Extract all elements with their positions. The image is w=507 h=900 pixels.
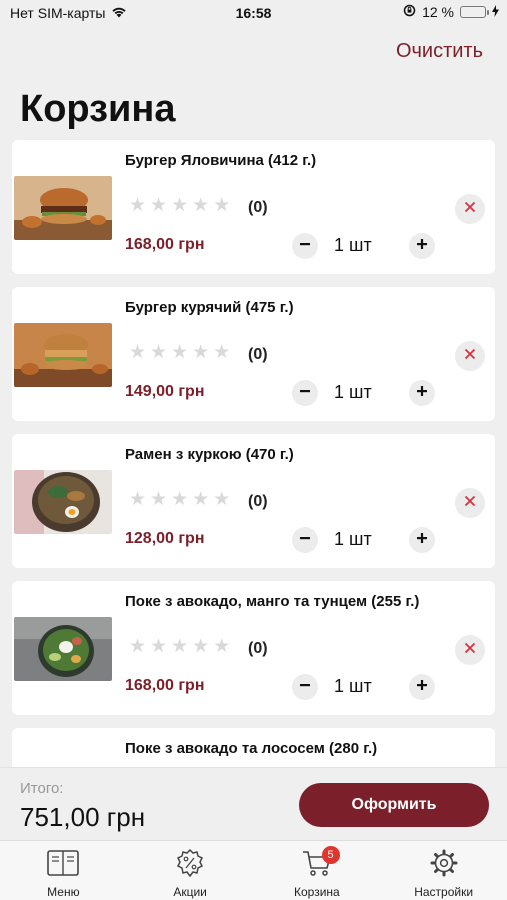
increase-quantity-button[interactable] xyxy=(409,674,435,700)
remove-item-button[interactable] xyxy=(455,488,485,518)
cart-item: Бургер курячий (475 г.) ★ ★ ★ ★ ★ (0) 14… xyxy=(12,287,495,421)
charging-bolt-icon xyxy=(492,4,499,20)
tab-settings[interactable]: Настройки xyxy=(380,841,507,900)
item-price: 168,00 грн xyxy=(125,236,205,253)
star-icon[interactable]: ★ xyxy=(129,637,146,657)
star-icon[interactable]: ★ xyxy=(171,490,188,510)
tab-label: Меню xyxy=(47,885,80,899)
close-icon xyxy=(464,494,476,512)
star-icon[interactable]: ★ xyxy=(192,490,209,510)
star-icon[interactable]: ★ xyxy=(129,343,146,363)
discount-badge-icon xyxy=(175,841,205,882)
star-icon[interactable]: ★ xyxy=(171,196,188,216)
status-bar: Нет SIM-карты 16:58 12 % xyxy=(0,0,507,28)
item-quantity: 1 шт xyxy=(334,382,372,402)
total-value: 751,00 грн xyxy=(20,802,146,832)
star-icon[interactable]: ★ xyxy=(150,637,167,657)
plus-icon xyxy=(416,678,428,696)
item-quantity: 1 шт xyxy=(334,235,372,255)
rating-count: (0) xyxy=(248,640,268,657)
burger-photo xyxy=(14,176,112,240)
star-icon[interactable]: ★ xyxy=(213,637,230,657)
close-icon xyxy=(464,641,476,659)
tab-bar: Меню Акции 5 Корзина Настройки xyxy=(0,840,507,900)
decrease-quantity-button[interactable] xyxy=(292,674,318,700)
minus-icon xyxy=(299,384,311,402)
item-price: 128,00 грн xyxy=(125,530,205,547)
plus-icon xyxy=(416,384,428,402)
item-name: Поке з авокадо, манго та тунцем (255 г.) xyxy=(125,593,420,610)
burger-photo xyxy=(14,323,112,387)
cart-item: Бургер Яловичина (412 г.) ★ ★ ★ ★ ★ (0) … xyxy=(12,140,495,274)
star-icon[interactable]: ★ xyxy=(171,637,188,657)
decrease-quantity-button[interactable] xyxy=(292,233,318,259)
tab-label: Настройки xyxy=(414,885,474,899)
tab-menu[interactable]: Меню xyxy=(0,841,127,900)
tab-label: Корзина xyxy=(294,885,340,899)
item-name: Бургер курячий (475 г.) xyxy=(125,299,294,316)
poke-photo xyxy=(14,617,112,681)
star-icon[interactable]: ★ xyxy=(150,343,167,363)
rating-count: (0) xyxy=(248,493,268,510)
rating-count: (0) xyxy=(248,346,268,363)
minus-icon xyxy=(299,531,311,549)
orientation-lock-icon xyxy=(403,4,416,20)
tab-label: Акции xyxy=(173,885,207,899)
rating-count: (0) xyxy=(248,199,268,216)
star-icon[interactable]: ★ xyxy=(192,637,209,657)
cart-item: Поке з авокадо, манго та тунцем (255 г.)… xyxy=(12,581,495,715)
tab-promotions[interactable]: Акции xyxy=(127,841,254,900)
item-name: Рамен з куркою (470 г.) xyxy=(125,446,294,463)
remove-item-button[interactable] xyxy=(455,635,485,665)
increase-quantity-button[interactable] xyxy=(409,233,435,259)
minus-icon xyxy=(299,237,311,255)
star-icon[interactable]: ★ xyxy=(192,343,209,363)
cart-count-badge: 5 xyxy=(321,846,340,864)
plus-icon xyxy=(416,531,428,549)
decrease-quantity-button[interactable] xyxy=(292,380,318,406)
star-icon[interactable]: ★ xyxy=(129,490,146,510)
item-name: Бургер Яловичина (412 г.) xyxy=(125,152,317,169)
page-title: Корзина xyxy=(20,88,176,130)
cart-footer: Итого: 751,00 грн Оформить xyxy=(0,767,507,840)
close-icon xyxy=(464,200,476,218)
gear-icon xyxy=(429,841,459,882)
star-icon[interactable]: ★ xyxy=(129,196,146,216)
decrease-quantity-button[interactable] xyxy=(292,527,318,553)
plus-icon xyxy=(416,237,428,255)
cart-item: Рамен з куркою (470 г.) ★ ★ ★ ★ ★ (0) 12… xyxy=(12,434,495,568)
increase-quantity-button[interactable] xyxy=(409,527,435,553)
rating-stars[interactable]: ★ ★ ★ ★ ★ xyxy=(129,196,230,216)
battery-percent: 12 % xyxy=(422,4,454,20)
rating-stars[interactable]: ★ ★ ★ ★ ★ xyxy=(129,490,230,510)
minus-icon xyxy=(299,678,311,696)
increase-quantity-button[interactable] xyxy=(409,380,435,406)
checkout-button[interactable]: Оформить xyxy=(299,783,489,827)
item-price: 149,00 грн xyxy=(125,383,205,400)
star-icon[interactable]: ★ xyxy=(213,490,230,510)
total-label: Итого: xyxy=(20,780,64,797)
star-icon[interactable]: ★ xyxy=(213,196,230,216)
star-icon[interactable]: ★ xyxy=(150,196,167,216)
rating-stars[interactable]: ★ ★ ★ ★ ★ xyxy=(129,343,230,363)
menu-book-icon xyxy=(46,841,80,882)
tab-cart[interactable]: 5 Корзина xyxy=(254,841,381,900)
star-icon[interactable]: ★ xyxy=(150,490,167,510)
cart-item: Поке з авокадо та лососем (280 г.) xyxy=(12,728,495,767)
remove-item-button[interactable] xyxy=(455,341,485,371)
star-icon[interactable]: ★ xyxy=(192,196,209,216)
rating-stars[interactable]: ★ ★ ★ ★ ★ xyxy=(129,637,230,657)
remove-item-button[interactable] xyxy=(455,194,485,224)
star-icon[interactable]: ★ xyxy=(171,343,188,363)
item-quantity: 1 шт xyxy=(334,676,372,696)
item-quantity: 1 шт xyxy=(334,529,372,549)
ramen-photo xyxy=(14,470,112,534)
clear-cart-button[interactable]: Очистить xyxy=(396,40,483,63)
item-name: Поке з авокадо та лососем (280 г.) xyxy=(125,740,378,757)
close-icon xyxy=(464,347,476,365)
star-icon[interactable]: ★ xyxy=(213,343,230,363)
battery-icon xyxy=(460,6,489,18)
cart-list[interactable]: Бургер Яловичина (412 г.) ★ ★ ★ ★ ★ (0) … xyxy=(12,140,495,767)
item-price: 168,00 грн xyxy=(125,677,205,694)
